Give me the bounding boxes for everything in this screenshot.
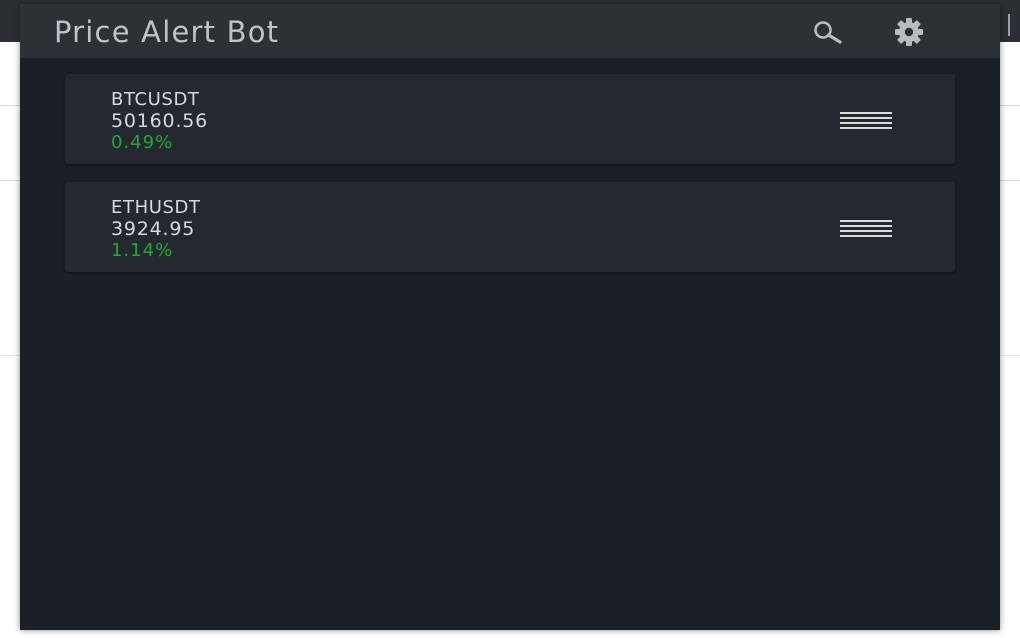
pair-price: 50160.56 — [111, 110, 209, 132]
pair-symbol: ETHUSDT — [111, 197, 201, 218]
pair-price: 3924.95 — [111, 218, 196, 240]
pair-symbol: BTCUSDT — [111, 89, 200, 110]
alert-list: BTCUSDT 50160.56 0.49% ETHUSDT 3924.95 1… — [65, 74, 955, 290]
item-menu-button[interactable] — [840, 112, 892, 130]
search-button[interactable] — [805, 16, 855, 48]
hamburger-icon — [840, 112, 892, 129]
pair-change: 1.14% — [111, 240, 174, 261]
list-item-btcusdt[interactable]: BTCUSDT 50160.56 0.49% — [65, 74, 955, 164]
settings-button[interactable] — [892, 15, 926, 49]
list-item-ethusdt[interactable]: ETHUSDT 3924.95 1.14% — [65, 182, 955, 272]
pair-change: 0.49% — [111, 132, 174, 153]
browser-window: Price Alert Bot BTCUSDT 50160.56 0.49% E… — [0, 0, 1020, 638]
search-icon — [814, 21, 842, 44]
extension-popup: Price Alert Bot BTCUSDT 50160.56 0.49% E… — [20, 4, 1000, 630]
item-menu-button[interactable] — [840, 220, 892, 238]
hamburger-icon — [840, 220, 892, 237]
app-title: Price Alert Bot — [54, 15, 280, 49]
gear-icon — [895, 18, 923, 46]
popup-header: Price Alert Bot — [20, 4, 1000, 58]
scrollbar-handle[interactable] — [1008, 14, 1010, 36]
